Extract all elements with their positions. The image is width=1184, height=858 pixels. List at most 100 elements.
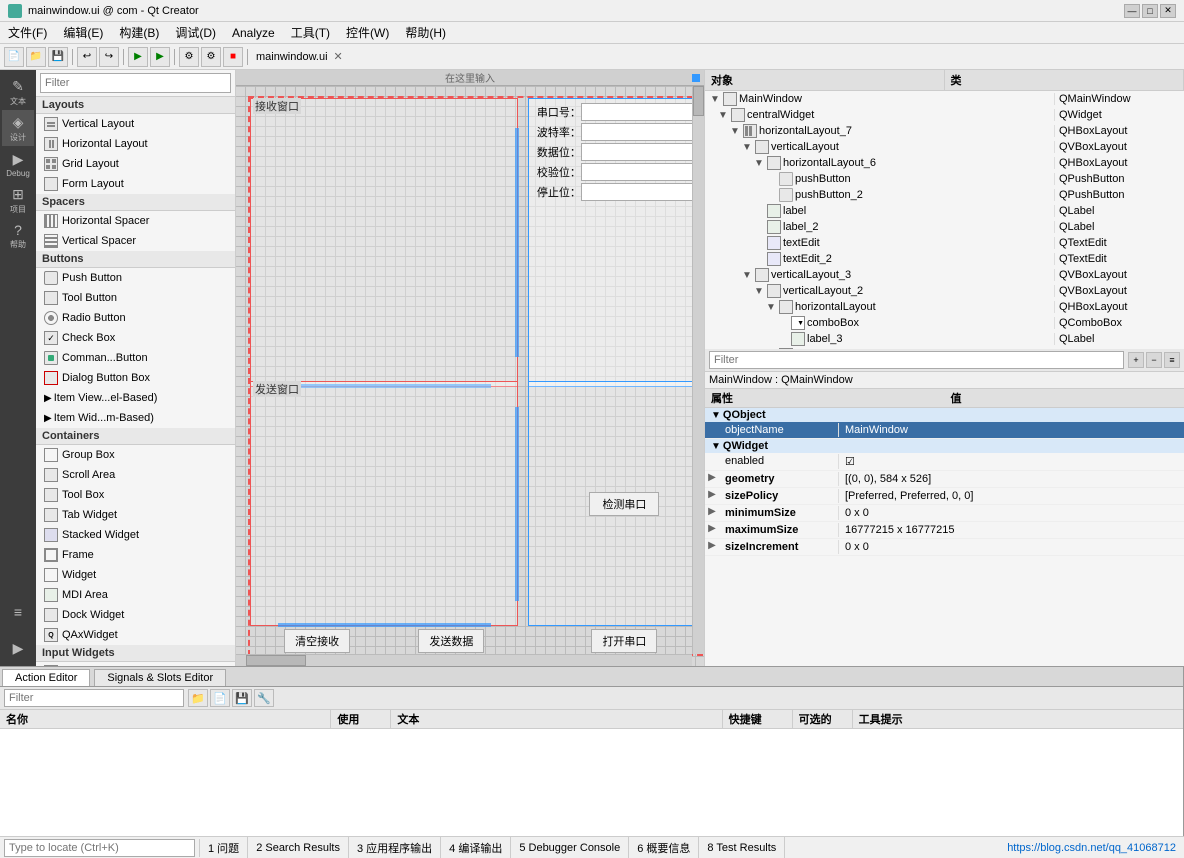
sidebar-bottom[interactable]: ▶ bbox=[2, 630, 34, 666]
status-search-results[interactable]: 2 Search Results bbox=[248, 837, 349, 858]
expand-central[interactable]: ▼ bbox=[717, 110, 729, 121]
widget-tool-button[interactable]: Tool Button bbox=[36, 288, 235, 308]
menu-controls[interactable]: 控件(W) bbox=[338, 22, 397, 43]
expand-mainwindow[interactable]: ▼ bbox=[709, 94, 721, 105]
tree-row-textedit2[interactable]: textEdit_2 QTextEdit bbox=[705, 251, 1184, 267]
tree-row-centralwidget[interactable]: ▼ centralWidget QWidget bbox=[705, 107, 1184, 123]
status-problems[interactable]: 1 问题 bbox=[200, 837, 248, 858]
widget-dialog-button-box[interactable]: Dialog Button Box bbox=[36, 368, 235, 388]
canvas-scrollbar-h[interactable] bbox=[236, 654, 692, 666]
status-overview[interactable]: 6 概要信息 bbox=[629, 837, 699, 858]
prop-maxsize-expand[interactable]: ▶ bbox=[705, 523, 719, 537]
prop-sizeincrement-expand[interactable]: ▶ bbox=[705, 540, 719, 554]
tree-row-hlayout6[interactable]: ▼ horizontalLayout_6 QHBoxLayout bbox=[705, 155, 1184, 171]
menu-build[interactable]: 构建(B) bbox=[111, 22, 167, 43]
status-test-results[interactable]: 8 Test Results bbox=[699, 837, 785, 858]
redo-button[interactable]: ↪ bbox=[99, 47, 119, 67]
widget-item-widget[interactable]: ▶ Item Wid...m-Based) bbox=[36, 408, 235, 428]
widget-group-box[interactable]: Group Box bbox=[36, 445, 235, 465]
tree-row-hlayout[interactable]: ▼ horizontalLayout QHBoxLayout bbox=[705, 299, 1184, 315]
port-combo[interactable]: ▼ bbox=[581, 103, 704, 121]
data-combo[interactable]: ▼ bbox=[581, 143, 704, 161]
widget-mdi-area[interactable]: MDI Area bbox=[36, 585, 235, 605]
widget-grid-layout[interactable]: Grid Layout bbox=[36, 154, 235, 174]
send-data-button[interactable]: 发送数据 bbox=[418, 629, 484, 653]
widget-frame[interactable]: Frame bbox=[36, 545, 235, 565]
widget-item-view[interactable]: ▶ Item View...el-Based) bbox=[36, 388, 235, 408]
prop-geometry-expand[interactable]: ▶ bbox=[705, 472, 719, 486]
tree-row-pushbutton2[interactable]: pushButton_2 QPushButton bbox=[705, 187, 1184, 203]
action-open-btn[interactable]: 📄 bbox=[210, 689, 230, 707]
search-input[interactable] bbox=[4, 839, 195, 857]
widget-tab-widget[interactable]: Tab Widget bbox=[36, 505, 235, 525]
widget-check-box[interactable]: ✓ Check Box bbox=[36, 328, 235, 348]
prop-minsize[interactable]: ▶ minimumSize 0 x 0 bbox=[705, 505, 1184, 522]
status-url[interactable]: https://blog.csdn.net/qq_41068712 bbox=[999, 842, 1184, 854]
menu-debug[interactable]: 调试(D) bbox=[167, 22, 224, 43]
minimize-button[interactable]: — bbox=[1124, 4, 1140, 18]
sidebar-output[interactable]: ≡ bbox=[2, 594, 34, 630]
expand-vlayout[interactable]: ▼ bbox=[741, 142, 753, 153]
status-compile-output[interactable]: 4 编译输出 bbox=[441, 837, 511, 858]
widget-vertical-layout[interactable]: Vertical Layout bbox=[36, 114, 235, 134]
tree-row-mainwindow[interactable]: ▼ MainWindow QMainWindow bbox=[705, 91, 1184, 107]
props-filter-input[interactable] bbox=[709, 351, 1124, 369]
detect-button[interactable]: 检测串口 bbox=[589, 492, 659, 516]
sidebar-edit[interactable]: ✎文本 bbox=[2, 74, 34, 110]
prop-enabled[interactable]: enabled ☑ bbox=[705, 453, 1184, 471]
baud-combo[interactable]: ▼ bbox=[581, 123, 704, 141]
expand-hlayout6[interactable]: ▼ bbox=[753, 158, 765, 169]
prop-geometry[interactable]: ▶ geometry [(0, 0), 584 x 526] bbox=[705, 471, 1184, 488]
menu-help[interactable]: 帮助(H) bbox=[397, 22, 454, 43]
canvas-scrollbar-v[interactable] bbox=[692, 86, 704, 654]
widget-form-layout[interactable]: Form Layout bbox=[36, 174, 235, 194]
tree-row-vlayout[interactable]: ▼ verticalLayout QVBoxLayout bbox=[705, 139, 1184, 155]
widget-dock-widget[interactable]: Dock Widget bbox=[36, 605, 235, 625]
prop-sizepolicy[interactable]: ▶ sizePolicy [Preferred, Preferred, 0, 0… bbox=[705, 488, 1184, 505]
tree-row-hlayout7[interactable]: ▼ horizontalLayout_7 QHBoxLayout bbox=[705, 123, 1184, 139]
widget-stacked-widget[interactable]: Stacked Widget bbox=[36, 525, 235, 545]
close-button[interactable]: ✕ bbox=[1160, 4, 1176, 18]
run-button[interactable]: ▶ bbox=[128, 47, 148, 67]
menu-analyze[interactable]: Analyze bbox=[224, 24, 283, 42]
stop-combo[interactable]: ▼ bbox=[581, 183, 704, 201]
widget-scroll-area[interactable]: Scroll Area bbox=[36, 465, 235, 485]
tree-row-textedit[interactable]: textEdit QTextEdit bbox=[705, 235, 1184, 251]
menu-tools[interactable]: 工具(T) bbox=[283, 22, 338, 43]
widget-widget[interactable]: Widget bbox=[36, 565, 235, 585]
prop-maxsize[interactable]: ▶ maximumSize 16777215 x 16777215 bbox=[705, 522, 1184, 539]
menu-edit[interactable]: 编辑(E) bbox=[55, 22, 111, 43]
maximize-button[interactable]: □ bbox=[1142, 4, 1158, 18]
props-settings-btn[interactable]: ≡ bbox=[1164, 352, 1180, 368]
tree-row-label3[interactable]: label_3 QLabel bbox=[705, 331, 1184, 347]
prop-sizeincrement[interactable]: ▶ sizeIncrement 0 x 0 bbox=[705, 539, 1184, 556]
build-button[interactable]: ⚙ bbox=[179, 47, 199, 67]
widget-command-button[interactable]: Comman...Button bbox=[36, 348, 235, 368]
tree-row-label[interactable]: label QLabel bbox=[705, 203, 1184, 219]
tree-row-combobox[interactable]: ▼ comboBox QComboBox bbox=[705, 315, 1184, 331]
menu-file[interactable]: 文件(F) bbox=[0, 22, 55, 43]
widget-horizontal-layout[interactable]: Horizontal Layout bbox=[36, 134, 235, 154]
tab-close[interactable]: ✕ bbox=[334, 50, 343, 63]
props-remove-btn[interactable]: − bbox=[1146, 352, 1162, 368]
status-debugger-console[interactable]: 5 Debugger Console bbox=[511, 837, 629, 858]
tree-row-label2[interactable]: label_2 QLabel bbox=[705, 219, 1184, 235]
tree-row-vlayout3[interactable]: ▼ verticalLayout_3 QVBoxLayout bbox=[705, 267, 1184, 283]
action-del-btn[interactable]: 🔧 bbox=[254, 689, 274, 707]
scrollbar-thumb[interactable] bbox=[693, 86, 704, 116]
action-save-btn[interactable]: 💾 bbox=[232, 689, 252, 707]
tree-row-pushbutton[interactable]: pushButton QPushButton bbox=[705, 171, 1184, 187]
prop-objectname[interactable]: objectName MainWindow bbox=[705, 422, 1184, 439]
prop-sizepolicy-expand[interactable]: ▶ bbox=[705, 489, 719, 503]
tree-row-vlayout2[interactable]: ▼ verticalLayout_2 QVBoxLayout bbox=[705, 283, 1184, 299]
check-combo[interactable]: ▼ bbox=[581, 163, 704, 181]
debug-run-button[interactable]: ▶ bbox=[150, 47, 170, 67]
clear-button[interactable]: 清空接收 bbox=[284, 629, 350, 653]
widget-qax-widget[interactable]: Q QAxWidget bbox=[36, 625, 235, 645]
widget-horizontal-spacer[interactable]: Horizontal Spacer bbox=[36, 211, 235, 231]
sidebar-debug[interactable]: ▶Debug bbox=[2, 146, 34, 182]
sidebar-design[interactable]: ◈设计 bbox=[2, 110, 34, 146]
qwidget-section[interactable]: ▼ QWidget bbox=[705, 439, 1184, 453]
signals-slots-tab[interactable]: Signals & Slots Editor bbox=[94, 669, 226, 686]
widget-tool-box[interactable]: Tool Box bbox=[36, 485, 235, 505]
